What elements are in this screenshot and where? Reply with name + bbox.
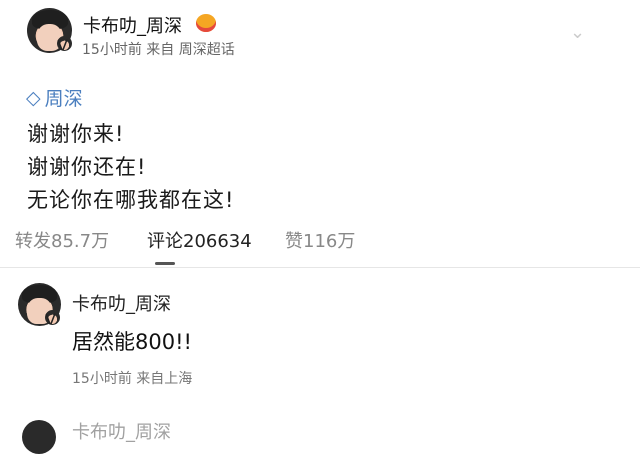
post-author-name[interactable]: 卡布叻_周深: [83, 12, 182, 38]
post-menu-icon[interactable]: ⌄: [570, 22, 585, 43]
post-line-1: 谢谢你来!: [27, 122, 125, 146]
tab-reposts[interactable]: 转发85.7万: [15, 227, 109, 253]
diamond-icon: ◇: [26, 86, 41, 109]
comment-list: V 卡布叻_周深 居然能800!! 15小时前 来自上海: [0, 268, 640, 428]
next-comment-avatar[interactable]: [22, 420, 56, 454]
post-line-3: 无论你在哪我都在这!: [27, 188, 235, 212]
verified-badge-icon: V: [45, 310, 60, 325]
crown-icon: [196, 14, 216, 32]
post-meta: 15小时前 来自 周深超话: [82, 42, 235, 58]
interaction-tabs: 转发85.7万 评论206634 赞116万: [0, 215, 640, 268]
comment-meta: 15小时前 来自上海: [72, 371, 193, 387]
weibo-post: V 卡布叻_周深 15小时前 来自 周深超话 ⌄ ◇ 周深 谢谢你来! 谢谢你还…: [0, 0, 640, 215]
active-tab-indicator: [155, 262, 175, 265]
topic-label: 周深: [44, 88, 83, 110]
verified-badge-icon: V: [57, 36, 72, 51]
comment-text: 居然能800!!: [72, 330, 192, 354]
post-line-2: 谢谢你还在!: [27, 155, 147, 179]
topic-tag[interactable]: ◇ 周深: [26, 84, 83, 111]
tab-likes[interactable]: 赞116万: [285, 227, 355, 253]
comment-author-name[interactable]: 卡布叻_周深: [72, 290, 171, 316]
tab-comments[interactable]: 评论206634: [147, 227, 252, 253]
next-comment-author-name[interactable]: 卡布叻_周深: [72, 418, 171, 444]
